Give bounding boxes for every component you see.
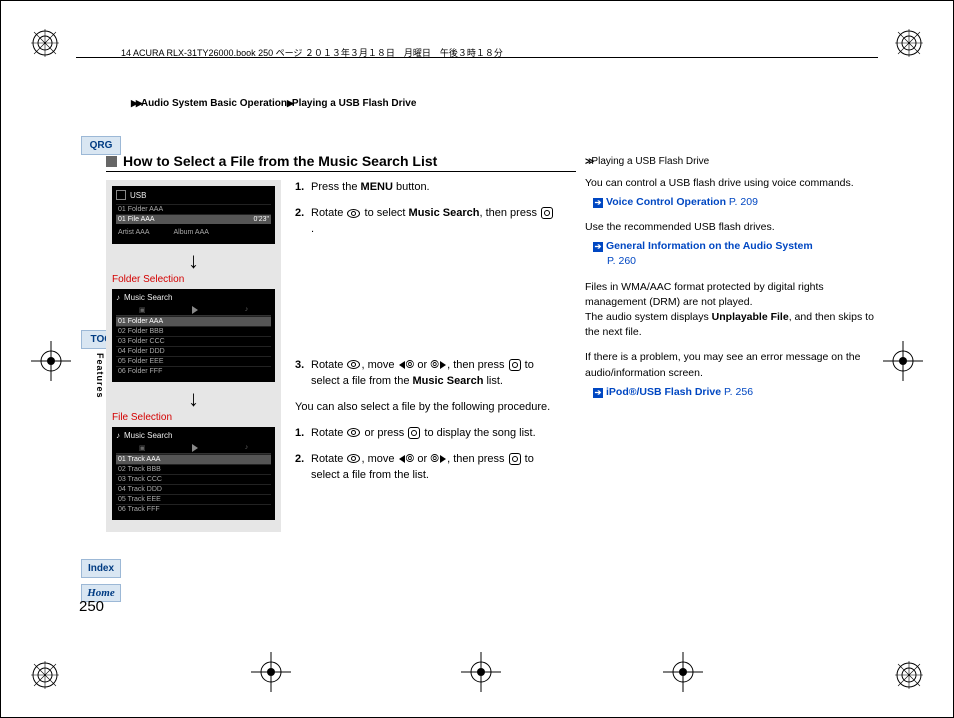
select-button-icon [541,207,553,219]
screen-music-search-files: ♪ Music Search ▣♪ 01 Track AAA 02 Track … [112,427,275,520]
step-2: 2.Rotate to select Music Search, then pr… [295,206,555,238]
aside-column: ≫Playing a USB Flash Drive You can contr… [585,155,875,410]
step-number: 1. [295,180,311,196]
link-voice-control[interactable]: Voice Control Operation [606,196,726,208]
breadcrumb-b: Playing a USB Flash Drive [292,98,417,109]
page-number: 250 [79,598,104,615]
list-item: 06 Track FFF [116,504,271,514]
crosshair-icon [461,652,501,692]
hr [76,57,878,58]
move-right-icon [440,361,446,369]
main-content: How to Select a File from the Music Sear… [106,153,576,532]
list-item: 06 Folder FFF [116,366,271,376]
screen-title: USB [130,191,146,200]
move-left-icon [399,455,405,463]
folder-selection-label: Folder Selection [112,274,275,285]
dial-icon [347,209,360,218]
usb-icon [116,190,126,200]
reg-mark-icon [895,661,923,689]
dial-icon [347,360,360,369]
aside-text: If there is a problem, you may see an er… [585,350,875,380]
step-number: 2. [295,206,311,238]
step-1: 1.Press the MENU button. [295,180,555,196]
page-ref: P. 260 [593,254,875,269]
note-icon: ♪ [245,306,249,314]
file-selection-label: File Selection [112,412,275,423]
list-item: 04 Folder DDD [116,346,271,356]
list-item: 01 Folder AAA [116,316,271,326]
play-icon [192,444,198,452]
breadcrumb: ▶▶Audio System Basic Operation▶Playing a… [131,98,416,109]
screen-title: Music Search [124,431,172,440]
chevron-right-icon: ▶▶ [131,98,141,108]
reg-mark-icon [31,29,59,57]
list-item: 01 File AAA0'23" [116,214,271,224]
aside-title: ≫Playing a USB Flash Drive [585,155,875,170]
move-left-icon [399,361,405,369]
list-item: 04 Track DDD [116,484,271,494]
dial-icon [347,428,360,437]
arrow-down-icon: ↓ [112,388,275,410]
index-button[interactable]: Index [81,559,121,578]
select-button-icon [509,359,521,371]
folder-tab-icon: ▣ [139,306,146,314]
dial-icon [347,454,360,463]
select-button-icon [408,427,420,439]
crosshair-icon [883,341,923,381]
list-item: 02 Folder BBB [116,326,271,336]
list-item: 03 Track CCC [116,474,271,484]
play-icon [192,306,198,314]
select-button-icon [509,453,521,465]
list-item: 01 Track AAA [116,454,271,464]
breadcrumb-a: Audio System Basic Operation [141,98,287,109]
folder-tab-icon: ▣ [139,444,146,452]
aside-text: Use the recommended USB flash drives. [585,220,875,235]
crosshair-icon [31,341,71,381]
page-ref: P. 209 [729,196,758,208]
step-number: 1. [295,426,311,442]
step-alt-2: 2.Rotate , move ⦾ or ⦾, then press to se… [295,452,555,484]
step-alt-1: 1.Rotate or press to display the song li… [295,426,555,442]
crosshair-icon [251,652,291,692]
manual-page: 14 ACURA RLX-31TY26000.book 250 ページ ２０１３… [0,0,954,718]
square-bullet-icon [106,156,117,167]
arrow-down-icon: ↓ [112,250,275,272]
screen-usb: USB 01 Folder AAA 01 File AAA0'23" Artis… [112,186,275,244]
step-3: 3.Rotate , move ⦾ or ⦾, then press to se… [295,358,555,390]
list-item: 01 Folder AAA [116,204,271,214]
list-item: 02 Track BBB [116,464,271,474]
crosshair-icon [663,652,703,692]
aside-text: You can control a USB flash drive using … [585,176,875,191]
list-item: 05 Folder EEE [116,356,271,366]
instruction-column: 1.Press the MENU button. 2.Rotate to sel… [281,180,555,532]
aside-text: Files in WMA/AAC format protected by dig… [585,280,875,341]
step-number: 3. [295,358,311,390]
features-tab-label: Features [95,353,105,399]
link-arrow-icon: ➔ [593,198,603,208]
screen-title: Music Search [124,293,172,302]
link-ipod-usb[interactable]: iPod®/USB Flash Drive [606,386,721,398]
paragraph: You can also select a file by the follow… [295,400,555,416]
step-number: 2. [295,452,311,484]
screen-music-search-folders: ♪ Music Search ▣♪ 01 Folder AAA 02 Folde… [112,289,275,382]
link-general-info[interactable]: General Information on the Audio System [606,240,813,252]
link-arrow-icon: ➔ [593,242,603,252]
section-title-text: How to Select a File from the Music Sear… [123,153,437,169]
note-icon: ♪ [245,444,249,452]
list-item: 03 Folder CCC [116,336,271,346]
list-item: 05 Track EEE [116,494,271,504]
move-right-icon [440,455,446,463]
list-item: Album AAA [172,228,211,237]
reg-mark-icon [895,29,923,57]
reg-mark-icon [31,661,59,689]
page-ref: P. 256 [724,386,753,398]
section-heading: How to Select a File from the Music Sear… [106,153,576,172]
list-item: Artist AAA [116,228,152,237]
screenshot-column: USB 01 Folder AAA 01 File AAA0'23" Artis… [106,180,281,532]
link-arrow-icon: ➔ [593,388,603,398]
